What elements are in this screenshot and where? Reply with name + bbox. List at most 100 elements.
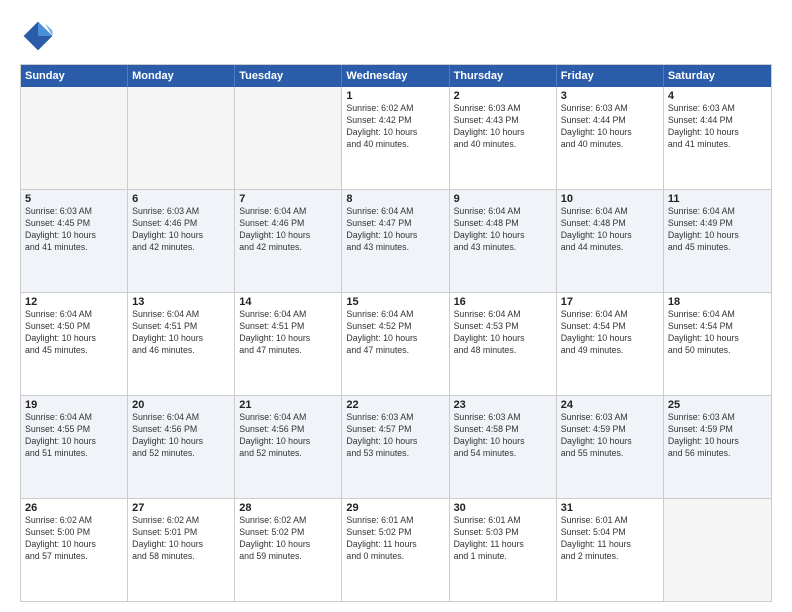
day-number: 4 — [668, 90, 767, 102]
day-number: 29 — [346, 502, 444, 514]
day-cell-27: 27Sunrise: 6:02 AM Sunset: 5:01 PM Dayli… — [128, 499, 235, 601]
day-cell-13: 13Sunrise: 6:04 AM Sunset: 4:51 PM Dayli… — [128, 293, 235, 395]
empty-cell — [21, 87, 128, 189]
day-cell-16: 16Sunrise: 6:04 AM Sunset: 4:53 PM Dayli… — [450, 293, 557, 395]
day-info: Sunrise: 6:03 AM Sunset: 4:44 PM Dayligh… — [561, 103, 659, 151]
day-info: Sunrise: 6:03 AM Sunset: 4:59 PM Dayligh… — [561, 412, 659, 460]
header-day-saturday: Saturday — [664, 65, 771, 87]
day-number: 1 — [346, 90, 444, 102]
day-number: 25 — [668, 399, 767, 411]
day-number: 7 — [239, 193, 337, 205]
day-info: Sunrise: 6:03 AM Sunset: 4:46 PM Dayligh… — [132, 206, 230, 254]
day-number: 9 — [454, 193, 552, 205]
day-cell-8: 8Sunrise: 6:04 AM Sunset: 4:47 PM Daylig… — [342, 190, 449, 292]
day-info: Sunrise: 6:04 AM Sunset: 4:54 PM Dayligh… — [561, 309, 659, 357]
day-info: Sunrise: 6:03 AM Sunset: 4:44 PM Dayligh… — [668, 103, 767, 151]
day-cell-18: 18Sunrise: 6:04 AM Sunset: 4:54 PM Dayli… — [664, 293, 771, 395]
day-number: 5 — [25, 193, 123, 205]
day-cell-10: 10Sunrise: 6:04 AM Sunset: 4:48 PM Dayli… — [557, 190, 664, 292]
day-number: 10 — [561, 193, 659, 205]
day-cell-9: 9Sunrise: 6:04 AM Sunset: 4:48 PM Daylig… — [450, 190, 557, 292]
page: SundayMondayTuesdayWednesdayThursdayFrid… — [0, 0, 792, 612]
day-number: 8 — [346, 193, 444, 205]
day-info: Sunrise: 6:03 AM Sunset: 4:58 PM Dayligh… — [454, 412, 552, 460]
day-cell-23: 23Sunrise: 6:03 AM Sunset: 4:58 PM Dayli… — [450, 396, 557, 498]
day-number: 11 — [668, 193, 767, 205]
day-info: Sunrise: 6:03 AM Sunset: 4:57 PM Dayligh… — [346, 412, 444, 460]
day-info: Sunrise: 6:04 AM Sunset: 4:53 PM Dayligh… — [454, 309, 552, 357]
day-info: Sunrise: 6:04 AM Sunset: 4:51 PM Dayligh… — [132, 309, 230, 357]
day-info: Sunrise: 6:01 AM Sunset: 5:04 PM Dayligh… — [561, 515, 659, 563]
day-cell-2: 2Sunrise: 6:03 AM Sunset: 4:43 PM Daylig… — [450, 87, 557, 189]
day-cell-17: 17Sunrise: 6:04 AM Sunset: 4:54 PM Dayli… — [557, 293, 664, 395]
day-info: Sunrise: 6:04 AM Sunset: 4:48 PM Dayligh… — [561, 206, 659, 254]
day-number: 30 — [454, 502, 552, 514]
day-info: Sunrise: 6:02 AM Sunset: 5:00 PM Dayligh… — [25, 515, 123, 563]
day-info: Sunrise: 6:04 AM Sunset: 4:52 PM Dayligh… — [346, 309, 444, 357]
day-info: Sunrise: 6:02 AM Sunset: 5:01 PM Dayligh… — [132, 515, 230, 563]
day-cell-24: 24Sunrise: 6:03 AM Sunset: 4:59 PM Dayli… — [557, 396, 664, 498]
day-cell-26: 26Sunrise: 6:02 AM Sunset: 5:00 PM Dayli… — [21, 499, 128, 601]
day-info: Sunrise: 6:02 AM Sunset: 5:02 PM Dayligh… — [239, 515, 337, 563]
day-number: 23 — [454, 399, 552, 411]
day-info: Sunrise: 6:01 AM Sunset: 5:03 PM Dayligh… — [454, 515, 552, 563]
day-number: 20 — [132, 399, 230, 411]
day-number: 18 — [668, 296, 767, 308]
day-number: 26 — [25, 502, 123, 514]
day-info: Sunrise: 6:04 AM Sunset: 4:54 PM Dayligh… — [668, 309, 767, 357]
empty-cell — [128, 87, 235, 189]
day-number: 27 — [132, 502, 230, 514]
calendar-header: SundayMondayTuesdayWednesdayThursdayFrid… — [21, 65, 771, 87]
day-info: Sunrise: 6:03 AM Sunset: 4:43 PM Dayligh… — [454, 103, 552, 151]
empty-cell — [235, 87, 342, 189]
calendar-row-5: 26Sunrise: 6:02 AM Sunset: 5:00 PM Dayli… — [21, 498, 771, 601]
header-day-tuesday: Tuesday — [235, 65, 342, 87]
header-day-friday: Friday — [557, 65, 664, 87]
day-cell-1: 1Sunrise: 6:02 AM Sunset: 4:42 PM Daylig… — [342, 87, 449, 189]
logo — [20, 18, 62, 54]
day-cell-6: 6Sunrise: 6:03 AM Sunset: 4:46 PM Daylig… — [128, 190, 235, 292]
day-info: Sunrise: 6:04 AM Sunset: 4:56 PM Dayligh… — [239, 412, 337, 460]
day-number: 3 — [561, 90, 659, 102]
day-number: 22 — [346, 399, 444, 411]
day-info: Sunrise: 6:04 AM Sunset: 4:50 PM Dayligh… — [25, 309, 123, 357]
day-number: 2 — [454, 90, 552, 102]
calendar-body: 1Sunrise: 6:02 AM Sunset: 4:42 PM Daylig… — [21, 87, 771, 601]
day-number: 24 — [561, 399, 659, 411]
header-day-monday: Monday — [128, 65, 235, 87]
day-cell-22: 22Sunrise: 6:03 AM Sunset: 4:57 PM Dayli… — [342, 396, 449, 498]
day-number: 31 — [561, 502, 659, 514]
day-cell-4: 4Sunrise: 6:03 AM Sunset: 4:44 PM Daylig… — [664, 87, 771, 189]
day-cell-15: 15Sunrise: 6:04 AM Sunset: 4:52 PM Dayli… — [342, 293, 449, 395]
day-info: Sunrise: 6:04 AM Sunset: 4:55 PM Dayligh… — [25, 412, 123, 460]
day-cell-25: 25Sunrise: 6:03 AM Sunset: 4:59 PM Dayli… — [664, 396, 771, 498]
day-number: 17 — [561, 296, 659, 308]
calendar-row-3: 12Sunrise: 6:04 AM Sunset: 4:50 PM Dayli… — [21, 292, 771, 395]
day-info: Sunrise: 6:02 AM Sunset: 4:42 PM Dayligh… — [346, 103, 444, 151]
day-number: 14 — [239, 296, 337, 308]
day-cell-30: 30Sunrise: 6:01 AM Sunset: 5:03 PM Dayli… — [450, 499, 557, 601]
day-info: Sunrise: 6:04 AM Sunset: 4:46 PM Dayligh… — [239, 206, 337, 254]
header-day-sunday: Sunday — [21, 65, 128, 87]
day-info: Sunrise: 6:04 AM Sunset: 4:49 PM Dayligh… — [668, 206, 767, 254]
day-cell-12: 12Sunrise: 6:04 AM Sunset: 4:50 PM Dayli… — [21, 293, 128, 395]
day-number: 21 — [239, 399, 337, 411]
day-cell-19: 19Sunrise: 6:04 AM Sunset: 4:55 PM Dayli… — [21, 396, 128, 498]
day-info: Sunrise: 6:03 AM Sunset: 4:59 PM Dayligh… — [668, 412, 767, 460]
day-number: 16 — [454, 296, 552, 308]
day-number: 13 — [132, 296, 230, 308]
day-cell-28: 28Sunrise: 6:02 AM Sunset: 5:02 PM Dayli… — [235, 499, 342, 601]
day-number: 12 — [25, 296, 123, 308]
day-cell-20: 20Sunrise: 6:04 AM Sunset: 4:56 PM Dayli… — [128, 396, 235, 498]
day-cell-7: 7Sunrise: 6:04 AM Sunset: 4:46 PM Daylig… — [235, 190, 342, 292]
day-info: Sunrise: 6:04 AM Sunset: 4:51 PM Dayligh… — [239, 309, 337, 357]
day-cell-31: 31Sunrise: 6:01 AM Sunset: 5:04 PM Dayli… — [557, 499, 664, 601]
day-info: Sunrise: 6:04 AM Sunset: 4:56 PM Dayligh… — [132, 412, 230, 460]
day-info: Sunrise: 6:03 AM Sunset: 4:45 PM Dayligh… — [25, 206, 123, 254]
day-info: Sunrise: 6:04 AM Sunset: 4:47 PM Dayligh… — [346, 206, 444, 254]
day-info: Sunrise: 6:04 AM Sunset: 4:48 PM Dayligh… — [454, 206, 552, 254]
calendar-row-2: 5Sunrise: 6:03 AM Sunset: 4:45 PM Daylig… — [21, 189, 771, 292]
logo-icon — [20, 18, 56, 54]
day-cell-11: 11Sunrise: 6:04 AM Sunset: 4:49 PM Dayli… — [664, 190, 771, 292]
day-cell-14: 14Sunrise: 6:04 AM Sunset: 4:51 PM Dayli… — [235, 293, 342, 395]
